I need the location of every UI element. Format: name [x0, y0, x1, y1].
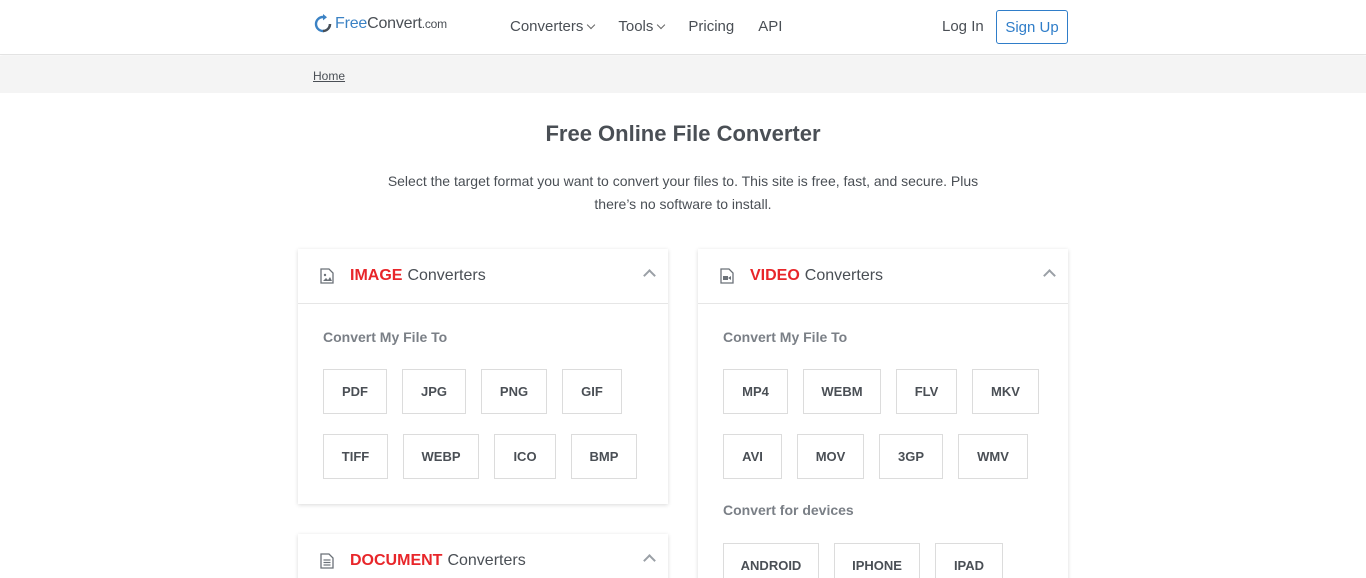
nav-converters[interactable]: Converters: [510, 18, 596, 35]
video-converters-card: VIDEO Converters Convert My File To MP4 …: [698, 249, 1068, 578]
format-button-bmp[interactable]: BMP: [571, 434, 637, 479]
image-card-highlight: IMAGE: [350, 267, 403, 284]
format-button-png[interactable]: PNG: [481, 369, 547, 414]
format-button-mov[interactable]: MOV: [797, 434, 864, 479]
format-button-3gp[interactable]: 3GP: [879, 434, 943, 479]
device-button-android[interactable]: ANDROID: [723, 543, 819, 578]
nav-tools[interactable]: Tools: [618, 18, 666, 35]
image-file-icon: [320, 268, 334, 284]
document-file-icon: [320, 553, 334, 569]
device-button-ipad[interactable]: IPAD: [935, 543, 1003, 578]
format-button-avi[interactable]: AVI: [723, 434, 782, 479]
logo[interactable]: FreeConvert.com: [314, 14, 447, 34]
format-button-webm[interactable]: WEBM: [803, 369, 881, 414]
document-card-highlight: DOCUMENT: [350, 552, 443, 569]
device-button-iphone[interactable]: IPHONE: [834, 543, 920, 578]
chevron-down-icon: [657, 20, 666, 29]
image-converters-card: IMAGE Converters Convert My File To PDF …: [298, 249, 668, 504]
page-title: Free Online File Converter: [545, 121, 821, 146]
signup-button[interactable]: Sign Up: [996, 10, 1068, 44]
chevron-up-icon[interactable]: [1043, 269, 1056, 282]
top-navbar: FreeConvert.com Converters Tools Pricing…: [0, 0, 1366, 55]
main-nav: Converters Tools Pricing API: [510, 18, 806, 35]
nav-api[interactable]: API: [758, 18, 782, 35]
image-card-title: Converters: [407, 267, 486, 284]
nav-pricing[interactable]: Pricing: [688, 18, 734, 35]
document-converters-card: DOCUMENT Converters: [298, 534, 668, 578]
video-card-header[interactable]: VIDEO Converters: [698, 249, 1068, 304]
login-link[interactable]: Log In: [942, 18, 984, 35]
video-file-icon: [720, 268, 734, 284]
logo-text: FreeConvert.com: [335, 15, 447, 32]
format-button-mp4[interactable]: MP4: [723, 369, 788, 414]
format-button-gif[interactable]: GIF: [562, 369, 622, 414]
image-card-header[interactable]: IMAGE Converters: [298, 249, 668, 304]
chevron-up-icon[interactable]: [643, 269, 656, 282]
breadcrumb-home-link[interactable]: Home: [313, 69, 345, 83]
document-card-header[interactable]: DOCUMENT Converters: [298, 534, 668, 578]
format-button-webp[interactable]: WEBP: [403, 434, 479, 479]
format-button-jpg[interactable]: JPG: [402, 369, 466, 414]
format-button-ico[interactable]: ICO: [494, 434, 556, 479]
format-button-mkv[interactable]: MKV: [972, 369, 1039, 414]
chevron-down-icon: [587, 20, 596, 29]
breadcrumb: Home: [0, 56, 1366, 93]
format-button-wmv[interactable]: WMV: [958, 434, 1028, 479]
video-card-highlight: VIDEO: [750, 267, 800, 284]
document-card-title: Converters: [447, 552, 526, 569]
image-section-label: Convert My File To: [323, 329, 448, 345]
format-button-flv[interactable]: FLV: [896, 369, 957, 414]
refresh-logo-icon: [314, 14, 332, 33]
video-section-label: Convert My File To: [723, 329, 848, 345]
devices-section-label: Convert for devices: [723, 502, 854, 518]
chevron-up-icon[interactable]: [643, 554, 656, 567]
video-card-title: Converters: [804, 267, 884, 284]
page-subtitle: Select the target format you want to con…: [387, 173, 979, 212]
format-button-tiff[interactable]: TIFF: [323, 434, 388, 479]
format-button-pdf[interactable]: PDF: [323, 369, 387, 414]
